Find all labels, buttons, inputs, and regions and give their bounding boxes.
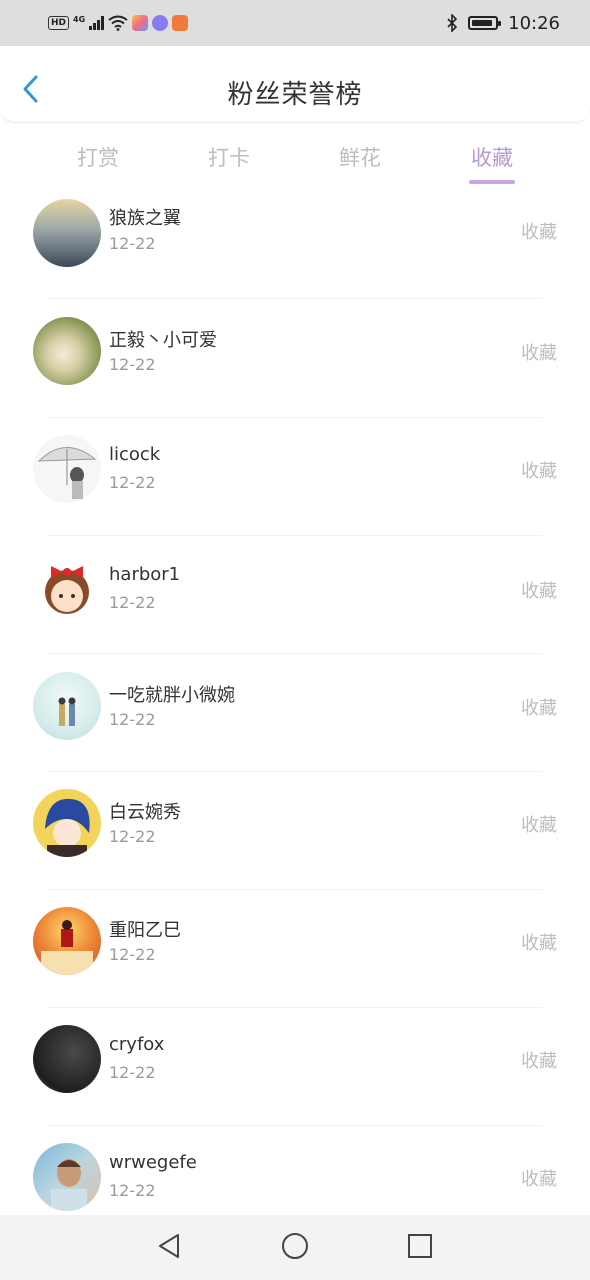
divider xyxy=(48,1007,542,1008)
list-item[interactable]: 白云婉秀 12-22 收藏 xyxy=(0,776,590,894)
user-name: 一吃就胖小微婉 xyxy=(109,685,235,706)
clock: 10:26 xyxy=(508,12,560,34)
user-name: harbor1 xyxy=(109,564,181,585)
app-notification-icon xyxy=(131,15,148,31)
list-item[interactable]: 一吃就胖小微婉 12-22 收藏 xyxy=(0,658,590,776)
fan-list[interactable]: 狼族之翼 12-22 收藏 正毅丶小可爱 12-22 收藏 licock 12-… xyxy=(0,190,590,1215)
collect-label: 收藏 xyxy=(521,1051,557,1072)
status-left: HD 4G xyxy=(48,15,188,31)
tab-bar: 打赏 打卡 鲜花 收藏 xyxy=(0,136,590,188)
wifi-icon xyxy=(108,15,128,31)
page-title: 粉丝荣誉榜 xyxy=(227,80,363,110)
avatar xyxy=(33,907,101,975)
man-photo-image xyxy=(51,1159,87,1211)
collect-label: 收藏 xyxy=(521,461,557,482)
avatar xyxy=(33,199,101,267)
item-date: 12-22 xyxy=(109,355,156,374)
item-date: 12-22 xyxy=(109,593,156,612)
divider xyxy=(48,535,542,536)
divider xyxy=(48,417,542,418)
item-date: 12-22 xyxy=(109,1063,156,1082)
blue-hair-character-image xyxy=(45,798,90,857)
avatar xyxy=(33,435,101,503)
collect-label: 收藏 xyxy=(521,343,557,364)
avatar xyxy=(33,1025,101,1093)
video-notification-icon xyxy=(171,15,188,31)
tab-shoucang[interactable]: 收藏 xyxy=(432,142,552,172)
umbrella-girl-image xyxy=(37,447,97,499)
circle-home-icon[interactable] xyxy=(280,1231,310,1261)
user-name: 白云婉秀 xyxy=(109,802,181,823)
collect-label: 收藏 xyxy=(521,698,557,719)
user-name: 重阳乙巳 xyxy=(109,920,181,941)
battery-icon xyxy=(468,16,502,30)
avatar xyxy=(33,789,101,857)
avatar xyxy=(33,1143,101,1211)
list-item[interactable]: licock 12-22 收藏 xyxy=(0,422,590,540)
item-date: 12-22 xyxy=(109,473,156,492)
collect-label: 收藏 xyxy=(521,222,557,243)
music-notification-icon xyxy=(151,15,168,31)
divider xyxy=(48,889,542,890)
collect-label: 收藏 xyxy=(521,1169,557,1190)
collect-label: 收藏 xyxy=(521,581,557,602)
tab-daka[interactable]: 打卡 xyxy=(169,142,289,172)
header: 粉丝荣誉榜 xyxy=(0,46,590,123)
status-bar: HD 4G 10:26 xyxy=(0,0,590,46)
item-date: 12-22 xyxy=(109,827,156,846)
list-item[interactable]: 狼族之翼 12-22 收藏 xyxy=(0,190,590,304)
user-name: 狼族之翼 xyxy=(109,208,181,229)
list-item[interactable]: 重阳乙巳 12-22 收藏 xyxy=(0,894,590,1012)
bluetooth-icon xyxy=(447,14,458,32)
item-date: 12-22 xyxy=(109,1181,156,1200)
couple-image xyxy=(58,697,76,726)
user-name: licock xyxy=(109,444,161,465)
item-date: 12-22 xyxy=(109,945,156,964)
collect-label: 收藏 xyxy=(521,933,557,954)
square-recent-icon[interactable] xyxy=(405,1231,435,1261)
user-name: wrwegefe xyxy=(109,1152,197,1173)
status-right: 10:26 xyxy=(446,13,560,34)
item-date: 12-22 xyxy=(109,234,156,253)
network-type: 4G xyxy=(73,14,86,24)
divider xyxy=(48,298,542,299)
triangle-back-icon[interactable] xyxy=(154,1231,184,1261)
divider xyxy=(48,653,542,654)
list-item[interactable]: cryfox 12-22 收藏 xyxy=(0,1012,590,1130)
list-item[interactable]: harbor1 12-22 收藏 xyxy=(0,540,590,658)
divider xyxy=(48,1125,542,1126)
cartoon-girl-image xyxy=(45,566,89,614)
tab-dashang[interactable]: 打赏 xyxy=(38,142,158,172)
user-name: cryfox xyxy=(109,1034,165,1055)
avatar xyxy=(33,317,101,385)
signal-icon xyxy=(89,16,104,30)
list-item[interactable]: wrwegefe 12-22 收藏 xyxy=(0,1130,590,1215)
divider xyxy=(48,771,542,772)
active-tab-indicator xyxy=(469,180,515,184)
avatar xyxy=(33,672,101,740)
avatar xyxy=(33,554,101,622)
item-date: 12-22 xyxy=(109,710,156,729)
red-figure-image xyxy=(41,920,93,975)
user-name: 正毅丶小可爱 xyxy=(109,330,217,351)
list-item[interactable]: 正毅丶小可爱 12-22 收藏 xyxy=(0,304,590,422)
hd-badge: HD xyxy=(48,16,70,30)
tab-xianhua[interactable]: 鲜花 xyxy=(300,142,420,172)
system-nav-bar xyxy=(0,1215,590,1280)
collect-label: 收藏 xyxy=(521,815,557,836)
